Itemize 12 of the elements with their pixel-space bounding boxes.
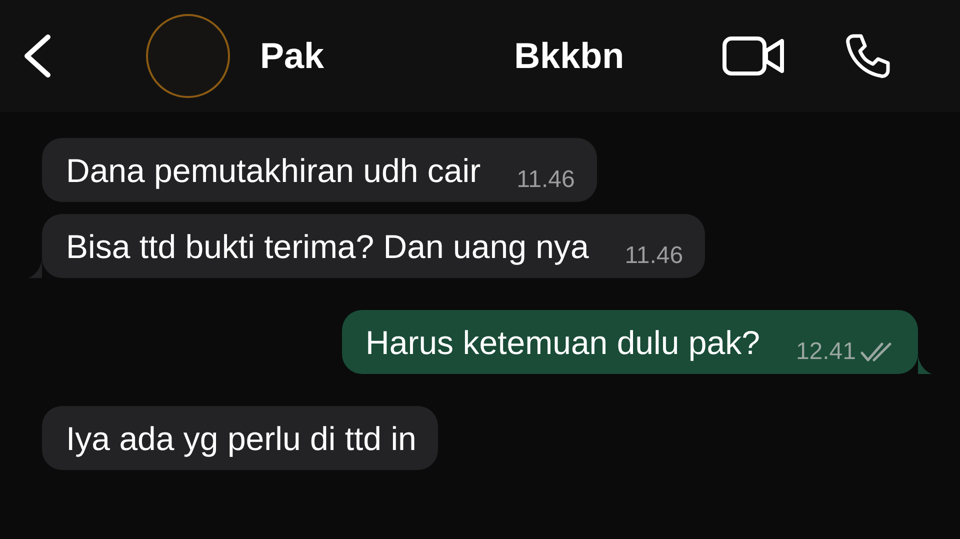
video-call-icon[interactable] — [722, 36, 786, 76]
message-text: Iya ada yg perlu di ttd in — [66, 420, 416, 458]
message-text: Harus ketemuan dulu pak? — [366, 324, 760, 362]
message-time: 11.46 — [516, 166, 575, 194]
message-time: 12.41 — [796, 338, 856, 366]
back-icon[interactable] — [22, 34, 52, 78]
message-time: 11.46 — [624, 242, 684, 270]
phone-call-icon[interactable] — [844, 32, 892, 80]
message-text: Dana pemutakhiran udh cair — [66, 152, 481, 190]
contact-name[interactable]: Pak — [260, 35, 324, 77]
contact-name[interactable]: Bkkbn — [514, 35, 624, 77]
message-text: Bisa ttd bukti terima? Dan uang nya — [66, 228, 589, 266]
